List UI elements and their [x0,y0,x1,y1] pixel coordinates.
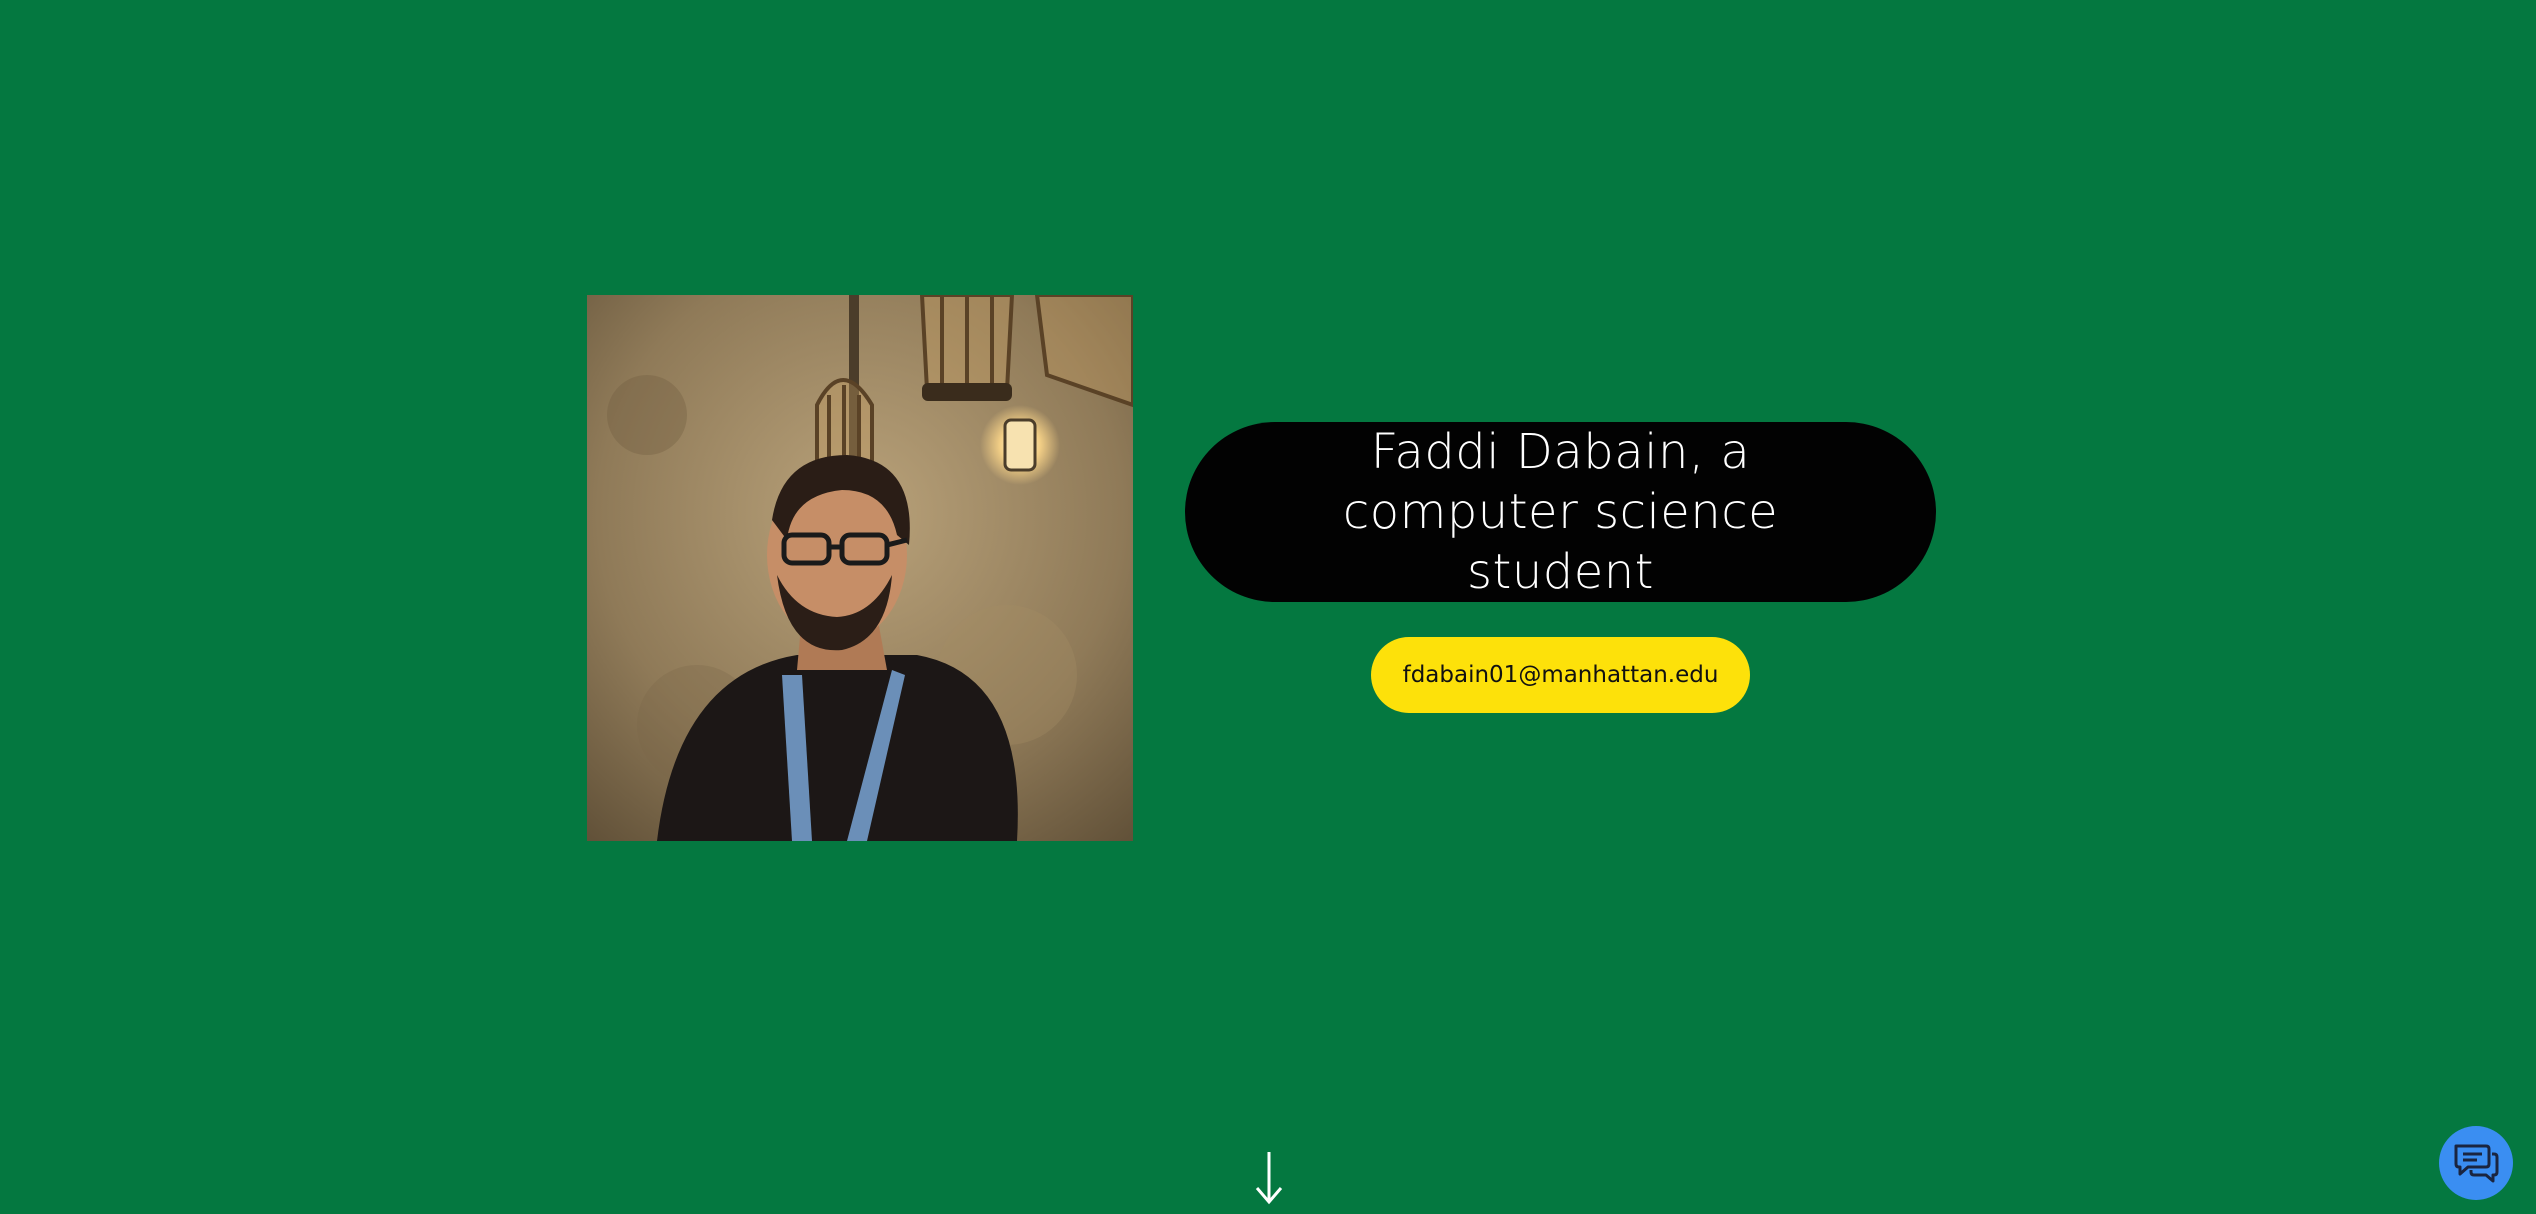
name-headline: Faddi Dabain, a computer science student [1342,424,1779,600]
profile-photo [587,295,1133,841]
email-button[interactable]: fdabain01@manhattan.edu [1371,637,1750,713]
profile-photo-image [587,295,1133,841]
name-headline-pill: Faddi Dabain, a computer science student [1185,422,1936,602]
chat-bubbles-icon [2454,1144,2499,1183]
chat-widget-button[interactable] [2439,1126,2513,1200]
arrow-down-icon [1255,1152,1283,1205]
scroll-down-arrow[interactable] [1247,1148,1291,1208]
